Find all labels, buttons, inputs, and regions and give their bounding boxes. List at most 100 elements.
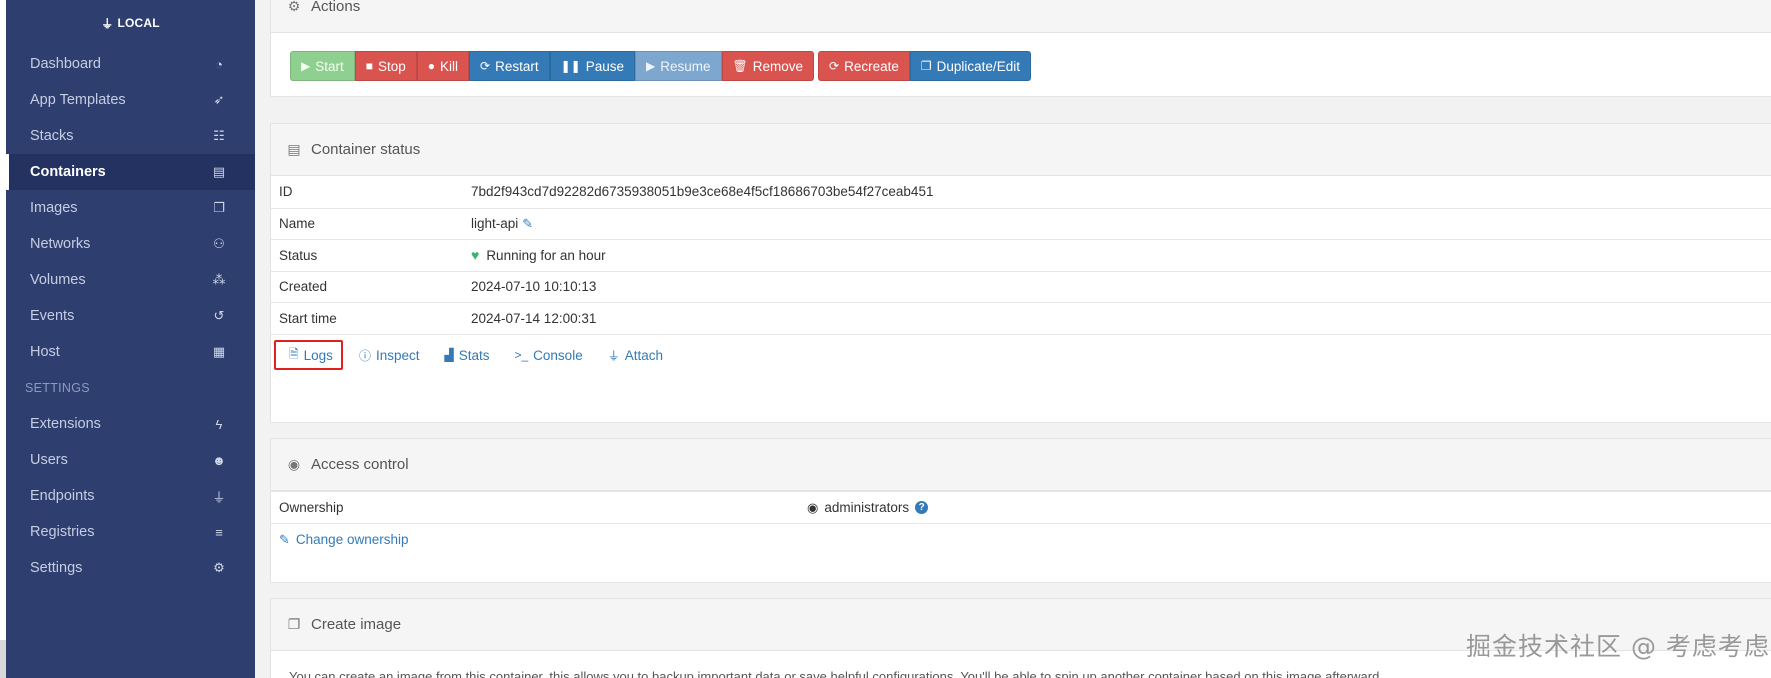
play-icon: ▶: [301, 59, 311, 73]
actions-title: Actions: [311, 0, 361, 15]
clone-icon: ❐: [213, 200, 225, 215]
eye-icon: ◉: [287, 456, 301, 472]
inspect-link[interactable]: ⓘ Inspect: [357, 340, 422, 370]
container-status-header: ▤ Container status: [271, 124, 1771, 176]
sidebar: ⏚ LOCAL Dashboard ◔ App Templates ➶ Stacks ☷ C…: [6, 0, 255, 678]
cubes-icon: ⁂: [212, 272, 226, 287]
sidebar-item-host[interactable]: Host ▦: [6, 334, 255, 370]
console-link[interactable]: >_ Console: [512, 340, 584, 370]
stop-button[interactable]: ■ Stop: [354, 51, 417, 81]
file-text-icon: 🗎: [289, 346, 299, 361]
database-icon: ≡: [215, 524, 223, 540]
table-row: Status ♥ Running for an hour: [271, 239, 1771, 271]
server-icon: ▤: [212, 164, 226, 179]
container-id: 7bd2f943cd7d92282d6735938051b9e3ce68e4f5…: [471, 184, 934, 200]
sidebar-item-images[interactable]: Images ❐: [6, 190, 255, 226]
resume-button[interactable]: ▶ Resume: [635, 51, 722, 81]
refresh-icon: ⟳: [480, 59, 491, 73]
status-table: ID 7bd2f943cd7d92282d6735938051b9e3ce68e…: [271, 176, 1771, 376]
stop-icon: ■: [365, 59, 373, 73]
sidebar-item-label: Stacks: [30, 128, 74, 144]
container-status-title: Container status: [311, 141, 421, 158]
dashboard-icon: ◔: [215, 56, 223, 72]
stats-link[interactable]: ▟ Stats: [442, 340, 491, 370]
recreate-button[interactable]: ⟳ Recreate: [818, 51, 910, 81]
sidebar-item-app-templates[interactable]: App Templates ➶: [6, 82, 255, 118]
sidebar-item-label: Networks: [30, 236, 91, 252]
sitemap-icon: ⚇: [213, 236, 225, 251]
question-circle-icon[interactable]: ?: [915, 501, 929, 514]
container-name: light-api: [471, 216, 519, 232]
create-image-title: Create image: [311, 616, 402, 633]
sidebar-item-endpoints[interactable]: Endpoints ⏚: [6, 478, 255, 514]
sidebar-item-label: Host: [30, 344, 60, 360]
bolt-icon: ϟ: [215, 416, 223, 432]
table-row: Name light-api ✎: [271, 207, 1771, 240]
table-row: Ownership ◉ administrators ?: [271, 491, 1771, 523]
settings-section-header: SETTINGS: [25, 381, 90, 395]
cogs-icon: ⚙: [287, 0, 301, 14]
sidebar-item-label: Events: [30, 308, 75, 324]
rocket-icon: ➶: [213, 92, 225, 107]
created-time: 2024-07-10 10:10:13: [471, 279, 597, 295]
sidebar-item-networks[interactable]: Networks ⚇: [6, 226, 255, 262]
remove-button[interactable]: 🗑 Remove: [721, 51, 815, 81]
sidebar-item-dashboard[interactable]: Dashboard ◔: [6, 46, 255, 82]
table-row: ID 7bd2f943cd7d92282d6735938051b9e3ce68e…: [279, 184, 934, 200]
sidebar-item-label: Images: [30, 200, 78, 216]
edit-icon[interactable]: ✎: [522, 216, 533, 232]
plug-icon: ⏚: [101, 16, 114, 31]
plug-icon: ⏚: [212, 489, 226, 505]
container-status: Running for an hour: [486, 247, 606, 263]
play-icon: ▶: [646, 59, 656, 73]
start-time: 2024-07-14 12:00:31: [471, 310, 597, 326]
trash-icon: 🗑: [732, 59, 748, 73]
area-chart-icon: ▟: [444, 348, 454, 362]
sidebar-item-label: Endpoints: [30, 488, 95, 504]
sidebar-item-settings[interactable]: Settings ⚙: [6, 550, 255, 586]
kill-button[interactable]: ● Kill: [416, 51, 470, 81]
restart-button[interactable]: ⟳ Restart: [469, 51, 550, 81]
start-button[interactable]: ▶ Start: [290, 51, 355, 81]
sidebar-item-extensions[interactable]: Extensions ϟ: [6, 406, 255, 442]
main-content: ⚙ Actions ▶ Start ■ Stop ● Kill ⟳ Restart ❚❚…: [255, 0, 1771, 678]
duplicate-edit-button[interactable]: ❐ Duplicate/Edit: [909, 51, 1031, 81]
eye-icon: ◉: [807, 499, 819, 515]
sidebar-item-stacks[interactable]: Stacks ☷: [6, 118, 255, 154]
th-icon: ▦: [212, 344, 226, 359]
watermark: 掘金技术社区 @ 考虑考虑: [1466, 632, 1770, 661]
sidebar-item-label: App Templates: [30, 92, 126, 108]
access-control-title: Access control: [311, 456, 409, 473]
edit-icon: ✎: [279, 531, 290, 547]
table-row: Created 2024-07-10 10:10:13: [271, 270, 1771, 303]
ownership-label: Ownership: [279, 500, 344, 515]
sidebar-item-containers[interactable]: Containers ▤: [6, 154, 255, 190]
history-icon: ↺: [213, 308, 225, 323]
sidebar-item-events[interactable]: Events ↺: [6, 298, 255, 334]
sidebar-item-users[interactable]: Users ☻: [6, 442, 255, 478]
logs-link[interactable]: 🗎 Logs: [274, 340, 343, 370]
copy-icon: ❐: [920, 59, 932, 73]
sidebar-item-registries[interactable]: Registries ≡: [6, 514, 255, 550]
sidebar-item-label: Volumes: [30, 272, 86, 288]
sidebar-item-label: Users: [30, 452, 68, 468]
pause-button[interactable]: ❚❚ Pause: [549, 51, 636, 81]
container-status-panel: ▤ Container status ID 7bd2f943cd7d92282d…: [270, 123, 1771, 423]
sidebar-item-label: Settings: [30, 560, 83, 576]
access-control-panel: ◉ Access control Ownership ◉ administrat…: [270, 438, 1771, 583]
pause-icon: ❚❚: [560, 59, 581, 73]
actions-header: ⚙ Actions: [271, 0, 1771, 33]
sidebar-item-label: Extensions: [30, 416, 101, 432]
heartbeat-icon: ♥: [471, 247, 480, 264]
change-ownership-link[interactable]: ✎ Change ownership: [271, 532, 408, 548]
clone-icon: ❐: [287, 616, 301, 632]
sidebar-item-label: Dashboard: [30, 56, 101, 72]
attach-link[interactable]: ⏚ Attach: [606, 340, 665, 370]
terminal-icon: >_: [514, 348, 529, 362]
server-icon: ▤: [287, 141, 301, 157]
sidebar-item-label: Containers: [30, 164, 106, 180]
sidebar-item-label: Registries: [30, 524, 95, 540]
users-icon: ☻: [212, 452, 226, 468]
bomb-icon: ●: [427, 59, 436, 73]
sidebar-item-volumes[interactable]: Volumes ⁂: [6, 262, 255, 298]
